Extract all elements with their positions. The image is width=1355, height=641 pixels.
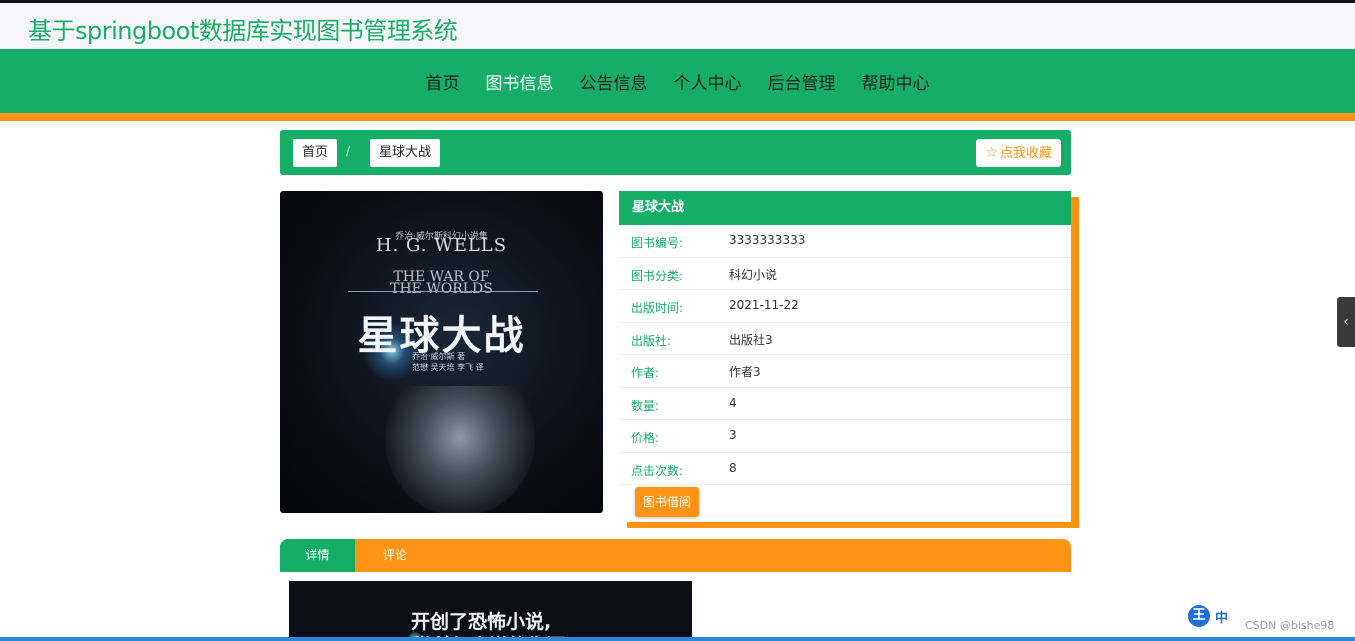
- detail-image-line1: 开创了恐怖小说,: [411, 611, 552, 633]
- info-row-author: 作者: 作者3: [619, 355, 1071, 388]
- info-row-publish-date: 出版时间: 2021-11-22: [619, 290, 1071, 323]
- info-value: 出版社3: [729, 332, 773, 347]
- tab-comments[interactable]: 评论: [355, 539, 435, 572]
- info-key: 出版社:: [631, 333, 672, 348]
- watermark: CSDN @bishe98: [1245, 619, 1335, 632]
- favorite-button[interactable]: ☆ 点我收藏: [976, 139, 1061, 167]
- detail-image: 开创了恐怖小说, 世科幻小说的先河: [289, 581, 692, 641]
- bottom-progress-line: [0, 637, 1355, 641]
- info-value: 作者3: [729, 365, 761, 379]
- chevron-left-icon[interactable]: ‹: [1337, 297, 1355, 347]
- info-value: 4: [729, 395, 737, 410]
- ime-logo-icon[interactable]: 王: [1188, 605, 1210, 627]
- ime-toolbar[interactable]: 王 中: [1188, 604, 1228, 628]
- nav-item-home[interactable]: 首页: [413, 69, 473, 94]
- info-row-price: 价格: 3: [619, 420, 1071, 453]
- cover-credits: 乔治·威尔斯 著 范懋 吴天培 李飞 译: [412, 351, 484, 373]
- info-value: 科幻小说: [729, 267, 778, 282]
- ime-mode[interactable]: 中: [1215, 607, 1228, 626]
- info-row-clicks: 点击次数: 8: [619, 453, 1071, 485]
- book-cover-image: 乔治·威尔斯科幻小说集 H. G. WELLS THE WAR OF THE W…: [280, 191, 603, 513]
- favorite-label: 点我收藏: [999, 146, 1052, 161]
- cover-author-cn: 乔治·威尔斯 著: [412, 352, 466, 361]
- info-key: 作者:: [631, 366, 660, 380]
- cover-translators: 范懋 吴天培 李飞 译: [412, 363, 484, 372]
- breadcrumb-home[interactable]: 首页: [293, 139, 338, 167]
- book-name: 星球大战: [619, 191, 1071, 225]
- nav-item-admin[interactable]: 后台管理: [755, 69, 849, 94]
- nav-item-help[interactable]: 帮助中心: [849, 69, 943, 94]
- info-key: 图书编号:: [631, 236, 684, 250]
- nav-item-books[interactable]: 图书信息: [473, 69, 567, 94]
- info-row-quantity: 数量: 4: [619, 388, 1071, 420]
- info-key: 图书分类:: [631, 268, 684, 283]
- breadcrumb-current[interactable]: 星球大战: [370, 139, 441, 167]
- info-key: 点击次数:: [631, 463, 684, 478]
- info-value: 3333333333: [729, 233, 806, 247]
- breadcrumb-separator: /: [346, 144, 351, 158]
- borrow-button[interactable]: 图书借阅: [635, 487, 700, 517]
- cover-title-en-2: THE WORLDS: [390, 281, 493, 297]
- info-value: 8: [729, 460, 737, 475]
- nav-item-notices[interactable]: 公告信息: [567, 69, 661, 94]
- cover-rule: [348, 291, 538, 292]
- site-title: 基于springboot数据库实现图书管理系统: [28, 17, 458, 45]
- info-key: 价格:: [631, 431, 660, 445]
- nav-links: 首页 图书信息 公告信息 个人中心 后台管理 帮助中心: [0, 49, 1355, 113]
- info-value: 3: [729, 428, 737, 442]
- main-nav: 首页 图书信息 公告信息 个人中心 后台管理 帮助中心: [0, 49, 1355, 113]
- info-key: 数量:: [631, 398, 660, 413]
- nav-accent-strip: [0, 113, 1355, 121]
- star-outline-icon: ☆: [985, 145, 998, 161]
- info-key: 出版时间:: [631, 301, 684, 315]
- breadcrumb: 首页 / 星球大战 ☆ 点我收藏: [280, 130, 1071, 175]
- tab-details[interactable]: 详情: [280, 539, 355, 572]
- site-header: 基于springboot数据库实现图书管理系统: [0, 3, 1355, 49]
- nav-item-profile[interactable]: 个人中心: [661, 69, 755, 94]
- info-row-code: 图书编号: 3333333333: [619, 225, 1071, 258]
- cover-robot-art: [385, 386, 535, 513]
- info-row-publisher: 出版社: 出版社3: [619, 323, 1071, 355]
- info-row-category: 图书分类: 科幻小说: [619, 258, 1071, 290]
- detail-tabs: 详情 评论: [280, 539, 1071, 572]
- cover-author-en: H. G. WELLS: [375, 235, 508, 256]
- info-value: 2021-11-22: [729, 298, 799, 312]
- book-info-card: 星球大战 图书编号: 3333333333 图书分类: 科幻小说 出版时间: 2021…: [619, 191, 1071, 522]
